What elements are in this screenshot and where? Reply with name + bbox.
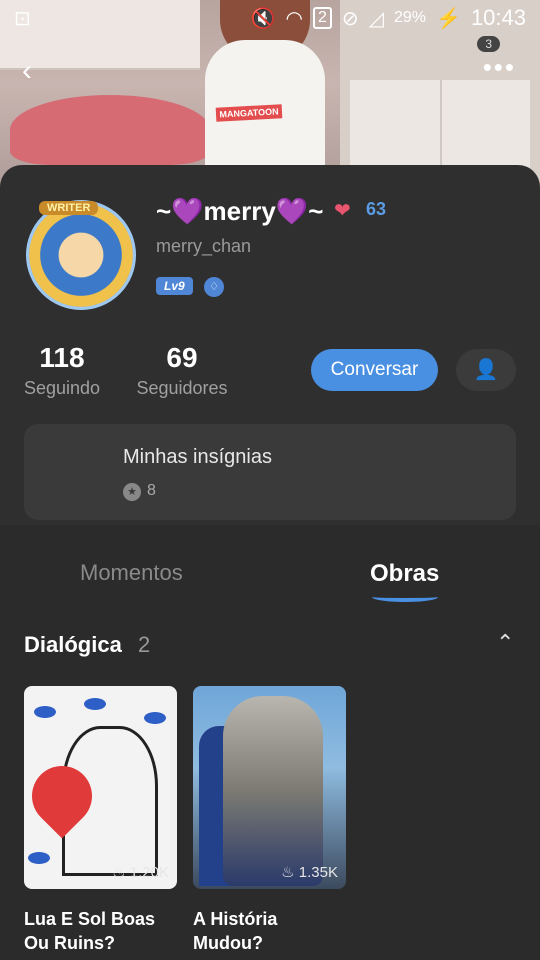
status-bar: ⊡ 🔇 ◠ 2 ⊘ ◿ 29% ⚡ 10:43: [0, 0, 540, 36]
section-title: Dialógica: [24, 632, 122, 657]
fire-icon: ♨: [112, 864, 126, 881]
hearts-count: 63: [366, 199, 387, 219]
follow-button[interactable]: 👤: [456, 349, 516, 391]
user-check-icon: 👤: [473, 359, 499, 381]
battery-charging-icon: ⚡: [436, 7, 461, 30]
back-button[interactable]: ‹: [22, 54, 32, 88]
hearts-icon: ❤: [334, 200, 351, 222]
profile-tabs: Momentos Obras: [0, 548, 540, 608]
cover-stool: [10, 95, 210, 165]
star-icon: ★: [123, 483, 141, 501]
battery-level: 29%: [394, 9, 427, 26]
followers-stat[interactable]: 69 Seguidores: [136, 342, 228, 399]
top-nav: ‹ •••: [0, 50, 540, 90]
views-count: ♨ 1.35K: [281, 863, 338, 881]
level-badge: Lv9: [156, 277, 193, 295]
wifi-icon: ◠: [285, 7, 303, 30]
following-label: Seguindo: [24, 378, 101, 398]
tab-moments[interactable]: Momentos: [80, 560, 183, 586]
work-card[interactable]: ♨ 1.35K A História Mudou?: [193, 686, 346, 955]
voicemail-icon: ⊡: [14, 7, 31, 30]
work-cover: ♨ 1.35K: [193, 686, 346, 889]
work-title: A História Mudou?: [193, 909, 278, 953]
views-value: 1.20K: [129, 864, 169, 881]
work-cover: ♨ 1.20K: [24, 686, 177, 889]
work-title: Lua E Sol Boas Ou Ruins?: [24, 909, 156, 953]
cover-blob: [34, 706, 56, 718]
fire-icon: ♨: [281, 864, 295, 881]
views-value: 1.35K: [298, 864, 338, 881]
badges-panel[interactable]: Minhas insígnias ★ 8: [24, 424, 516, 520]
badges-count-row: ★ 8: [123, 482, 156, 501]
display-name: ~💜merry💜~: [156, 196, 324, 226]
sim-indicator: 2: [312, 7, 332, 29]
active-tab-indicator: [372, 592, 438, 602]
badges-title: Minhas insígnias: [123, 446, 272, 468]
followers-label: Seguidores: [136, 378, 228, 398]
mute-icon: 🔇: [250, 7, 276, 30]
views-count: ♨ 1.20K: [112, 863, 169, 881]
tab-works[interactable]: Obras: [370, 560, 439, 588]
cover-blob: [144, 712, 166, 724]
clock: 10:43: [470, 5, 526, 30]
more-options-button[interactable]: •••: [483, 52, 516, 83]
chevron-up-icon: ⌃: [496, 630, 515, 655]
username: merry_chan: [156, 236, 252, 256]
following-stat[interactable]: 118 Seguindo: [24, 342, 100, 399]
chat-button[interactable]: Conversar: [311, 349, 438, 391]
collapse-button[interactable]: ⌃: [496, 630, 514, 656]
avatar[interactable]: WRITER: [26, 200, 136, 310]
cover-knight: [223, 696, 323, 886]
signal-icon: ◿: [368, 7, 384, 30]
contributor-badge-icon[interactable]: ♢: [204, 277, 224, 297]
more-horizontal-icon: •••: [482, 52, 516, 82]
followers-count: 69: [166, 342, 198, 373]
badges-count: 8: [147, 482, 156, 499]
do-not-disturb-icon: ⊘: [341, 7, 359, 30]
section-count: 2: [138, 632, 151, 657]
cover-blob: [28, 852, 50, 864]
writer-badge: WRITER: [39, 201, 99, 215]
chevron-left-icon: ‹: [22, 54, 32, 87]
following-count: 118: [39, 342, 85, 373]
cover-blob: [84, 698, 106, 710]
work-card[interactable]: ♨ 1.20K Lua E Sol Boas Ou Ruins?: [24, 686, 177, 955]
